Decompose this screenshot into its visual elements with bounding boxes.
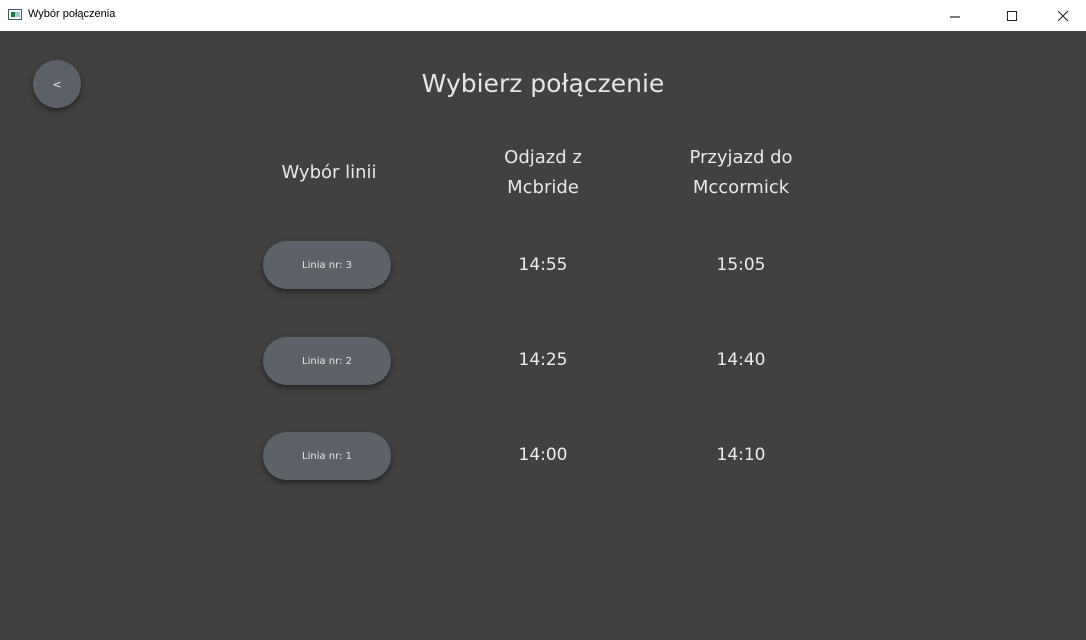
route-button-3[interactable]: Linia nr: 3 bbox=[263, 241, 391, 289]
route-button-2[interactable]: Linia nr: 2 bbox=[263, 337, 391, 385]
departure-time: 14:00 bbox=[518, 445, 568, 465]
maximize-button[interactable] bbox=[989, 0, 1035, 31]
arrival-time: 14:10 bbox=[716, 445, 766, 465]
page-title: Wybierz połączenie bbox=[421, 69, 665, 98]
arrival-time: 15:05 bbox=[716, 255, 766, 275]
header-arrival: Przyjazd do Mccormick bbox=[689, 147, 793, 198]
departure-time: 14:55 bbox=[518, 255, 568, 275]
window-title: Wybór połączenia bbox=[28, 8, 116, 20]
route-button-1[interactable]: Linia nr: 1 bbox=[263, 432, 391, 480]
header-departure: Odjazd z Mcbride bbox=[504, 147, 582, 198]
departure-time: 14:25 bbox=[518, 350, 568, 370]
app-window-icon bbox=[8, 9, 22, 20]
close-button[interactable] bbox=[1040, 0, 1086, 31]
main-content: < Wybierz połączenie Wybór linii Odjazd … bbox=[0, 31, 1086, 640]
minimize-icon bbox=[950, 15, 960, 18]
maximize-icon bbox=[1007, 10, 1017, 21]
header-line-choice: Wybór linii bbox=[281, 162, 377, 183]
close-icon bbox=[1057, 10, 1069, 21]
window-titlebar: Wybór połączenia bbox=[0, 0, 1086, 31]
arrival-time: 14:40 bbox=[716, 350, 766, 370]
minimize-button[interactable] bbox=[932, 0, 978, 31]
